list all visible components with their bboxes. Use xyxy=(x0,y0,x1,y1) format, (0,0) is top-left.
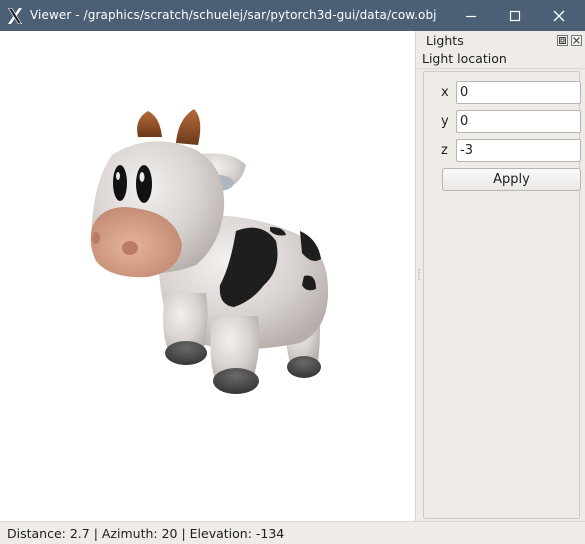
status-bar: Distance: 2.7 | Azimuth: 20 | Elevation:… xyxy=(0,521,585,544)
dock-title: Lights xyxy=(426,33,464,48)
light-location-group: x y z Apply xyxy=(423,71,581,519)
y-label: y xyxy=(441,114,449,129)
lights-dock: Lights Light location x y z Apply xyxy=(415,31,585,521)
z-input[interactable] xyxy=(456,139,581,162)
cow-mesh-render xyxy=(90,109,329,394)
float-icon xyxy=(559,37,566,44)
close-icon xyxy=(573,37,580,44)
minimize-icon xyxy=(466,15,476,17)
group-divider xyxy=(416,68,585,69)
x-label: x xyxy=(441,85,449,100)
title-bar: Viewer - /graphics/scratch/schuelej/sar/… xyxy=(0,0,585,31)
minimize-button[interactable] xyxy=(450,0,492,31)
x11-app-icon xyxy=(8,8,22,24)
maximize-icon xyxy=(509,10,521,21)
maximize-button[interactable] xyxy=(494,0,536,31)
close-icon xyxy=(553,10,565,21)
splitter-handle[interactable] xyxy=(417,268,421,282)
group-title: Light location xyxy=(422,51,507,66)
x-input[interactable] xyxy=(456,81,581,104)
window-title: Viewer - /graphics/scratch/schuelej/sar/… xyxy=(30,8,437,22)
y-input[interactable] xyxy=(456,110,581,133)
z-label: z xyxy=(441,143,448,158)
camera-status: Distance: 2.7 | Azimuth: 20 | Elevation:… xyxy=(7,526,285,541)
apply-button[interactable]: Apply xyxy=(442,168,581,191)
dock-float-button[interactable] xyxy=(557,35,568,46)
close-button[interactable] xyxy=(538,0,580,31)
dock-close-button[interactable] xyxy=(571,35,582,46)
render-viewport[interactable] xyxy=(0,31,415,521)
